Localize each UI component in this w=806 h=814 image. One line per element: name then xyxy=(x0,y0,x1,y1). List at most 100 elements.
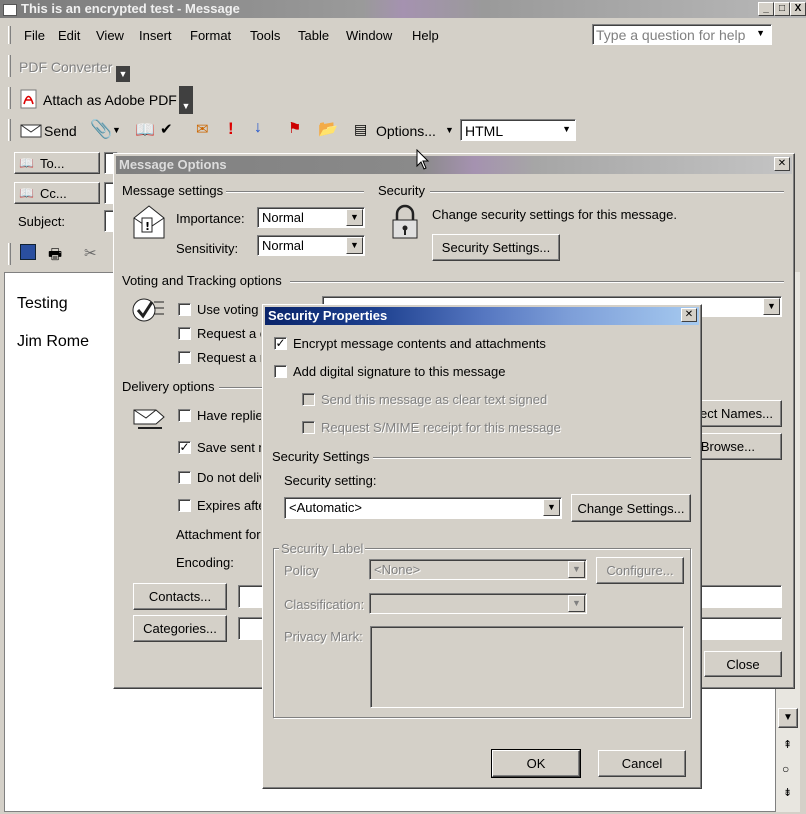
menu-bar: File Edit View Insert Format Tools Table… xyxy=(0,22,806,48)
menu-edit[interactable]: Edit xyxy=(58,28,80,43)
high-importance-icon[interactable]: ! xyxy=(228,119,234,139)
attach-as-adobe-pdf-button[interactable]: Attach as Adobe PDF xyxy=(43,92,177,108)
close-window-button[interactable]: X xyxy=(790,2,806,16)
message-settings-icon: ! xyxy=(133,205,165,239)
menu-format[interactable]: Format xyxy=(190,28,231,43)
encrypt-checkbox[interactable]: ✓ xyxy=(274,337,287,350)
window-titlebar: This is an encrypted test - Message xyxy=(0,0,806,18)
send-clear-text-checkbox[interactable] xyxy=(302,393,315,406)
sensitivity-dropdown-icon[interactable]: ▼ xyxy=(346,237,363,254)
help-dropdown-icon[interactable]: ▼ xyxy=(756,28,765,38)
classification-select[interactable]: ▼ xyxy=(369,593,587,614)
message-options-close-button[interactable]: Close xyxy=(704,651,782,677)
importance-value: Normal xyxy=(262,210,304,225)
policy-dropdown-icon[interactable]: ▼ xyxy=(568,561,585,578)
pdf-converter-button[interactable]: PDF Converter xyxy=(19,59,112,75)
message-options-title: Message Options xyxy=(119,157,227,172)
privacy-mark-textarea[interactable] xyxy=(370,626,684,708)
cut-icon[interactable]: ✂ xyxy=(84,244,97,262)
security-settings-button[interactable]: Security Settings... xyxy=(432,234,560,261)
security-divider xyxy=(430,191,784,193)
request-smime-checkbox[interactable] xyxy=(302,421,315,434)
next-item-icon[interactable]: ⇟ xyxy=(783,786,792,799)
cancel-button[interactable]: Cancel xyxy=(598,750,686,777)
configure-button[interactable]: Configure... xyxy=(596,557,684,584)
follow-up-icon[interactable]: ✉ xyxy=(196,120,209,138)
message-settings-heading: Message settings xyxy=(122,183,224,198)
attachment-format-label: Attachment for xyxy=(176,527,261,542)
toolbar-options-chevron[interactable]: ▼ xyxy=(116,66,130,82)
menu-help[interactable]: Help xyxy=(412,28,439,43)
scroll-down-button[interactable]: ▼ xyxy=(778,708,798,728)
request-read-checkbox[interactable] xyxy=(178,351,191,364)
sensitivity-select[interactable]: Normal ▼ xyxy=(257,235,365,256)
help-search-box[interactable]: Type a question for help ▼ xyxy=(592,24,772,45)
toolbar-grip xyxy=(8,243,11,265)
help-search-placeholder: Type a question for help xyxy=(596,27,746,43)
have-replies-checkbox[interactable] xyxy=(178,409,191,422)
flag-icon[interactable]: ⚑ xyxy=(288,119,301,137)
contacts-button[interactable]: Contacts... xyxy=(133,583,227,610)
expires-after-checkbox[interactable] xyxy=(178,499,191,512)
menu-file[interactable]: File xyxy=(24,28,45,43)
menu-table[interactable]: Table xyxy=(298,28,329,43)
change-settings-label: Change Settings... xyxy=(577,500,685,516)
address-book-icon[interactable]: 📖 xyxy=(135,120,155,140)
importance-select[interactable]: Normal ▼ xyxy=(257,207,365,228)
categories-label: Categories... xyxy=(143,621,217,636)
change-settings-button[interactable]: Change Settings... xyxy=(571,494,691,522)
toolbar-grip xyxy=(8,55,11,77)
pdf-converter-toolbar: PDF Converter ▼ xyxy=(8,52,130,82)
security-setting-dropdown-icon[interactable]: ▼ xyxy=(543,499,560,516)
use-voting-checkbox[interactable] xyxy=(178,303,191,316)
ok-button[interactable]: OK xyxy=(491,749,581,778)
save-icon[interactable] xyxy=(20,244,36,260)
options-button[interactable]: Options... xyxy=(376,123,436,139)
security-setting-select[interactable]: <Automatic> ▼ xyxy=(284,497,562,519)
browse-object-icon[interactable]: ○ xyxy=(782,762,789,776)
menu-tools[interactable]: Tools xyxy=(250,28,280,43)
importance-dropdown-icon[interactable]: ▼ xyxy=(346,209,363,226)
message-options-titlebar: Message Options xyxy=(116,156,792,174)
body-line-signature: Jim Rome xyxy=(17,333,90,350)
maximize-button[interactable]: □ xyxy=(774,2,790,16)
format-dropdown-icon[interactable]: ▼ xyxy=(562,124,571,134)
security-settings-group-divider xyxy=(373,457,691,459)
send-button[interactable]: Send xyxy=(44,123,77,139)
add-signature-checkbox[interactable] xyxy=(274,365,287,378)
categories-button[interactable]: Categories... xyxy=(133,615,227,642)
attach-file-icon[interactable]: 📎 xyxy=(90,119,112,140)
voting-icon xyxy=(132,298,164,322)
policy-select[interactable]: <None> ▼ xyxy=(369,559,587,580)
low-importance-icon[interactable]: ↓ xyxy=(254,119,262,137)
message-format-select[interactable]: HTML ▼ xyxy=(460,119,576,141)
to-button[interactable]: 📖 To... xyxy=(14,152,100,174)
send-clear-text-label: Send this message as clear text signed xyxy=(321,392,548,407)
menu-window[interactable]: Window xyxy=(346,28,392,43)
open-folder-icon[interactable]: 📂 xyxy=(318,119,338,139)
voting-tracking-heading: Voting and Tracking options xyxy=(122,273,282,288)
cc-label: Cc... xyxy=(39,185,67,201)
options-dropdown-icon[interactable]: ▼ xyxy=(445,125,454,135)
message-format-value: HTML xyxy=(465,123,504,139)
expires-after-label: Expires afte xyxy=(197,498,261,513)
attach-dropdown-icon[interactable]: ▼ xyxy=(112,125,121,135)
classification-dropdown-icon[interactable]: ▼ xyxy=(568,595,585,612)
minimize-button[interactable]: _ xyxy=(758,2,774,16)
request-delivered-checkbox[interactable] xyxy=(178,327,191,340)
do-not-deliver-checkbox[interactable] xyxy=(178,471,191,484)
check-names-icon[interactable]: ✔ xyxy=(160,120,173,138)
save-sent-checkbox[interactable]: ✓ xyxy=(178,441,191,454)
menu-insert[interactable]: Insert xyxy=(139,28,172,43)
voting-dropdown-icon[interactable]: ▼ xyxy=(763,298,780,315)
cc-button[interactable]: 📖 Cc... xyxy=(14,182,100,204)
request-smime-label: Request S/MIME receipt for this message xyxy=(321,420,561,435)
toolbar-options-chevron[interactable]: ▼ xyxy=(179,86,193,114)
request-read-label: Request a r xyxy=(197,350,261,365)
security-properties-close-x[interactable]: ✕ xyxy=(681,308,697,322)
print-icon[interactable]: 🖶 xyxy=(48,244,62,269)
message-options-close-x[interactable]: ✕ xyxy=(774,157,790,171)
window-title: This is an encrypted test - Message xyxy=(21,1,240,16)
menu-view[interactable]: View xyxy=(96,28,124,43)
previous-item-icon[interactable]: ⇞ xyxy=(783,738,792,751)
